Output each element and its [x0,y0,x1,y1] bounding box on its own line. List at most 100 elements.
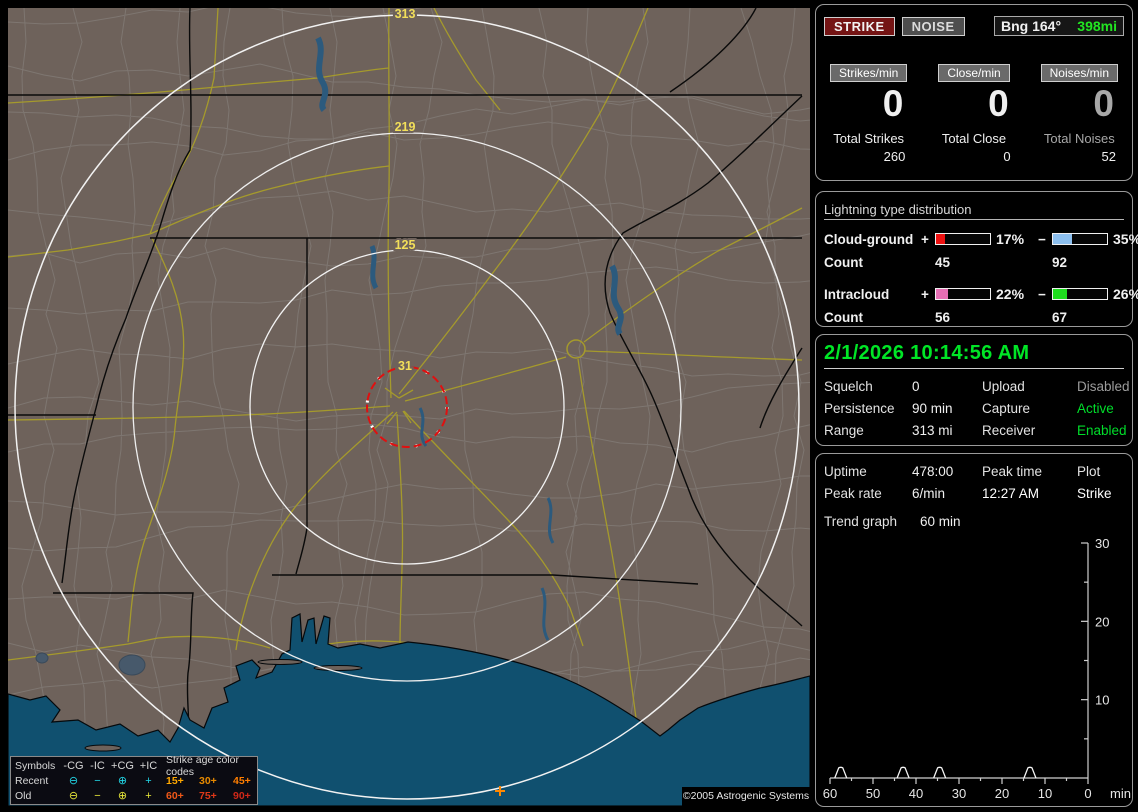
uptime-label: Uptime [824,464,867,479]
ic-positive-percent: 22% [996,286,1025,302]
legend-symbols-header: Symbols [15,759,56,772]
cg-negative-count: 92 [1052,255,1068,270]
age-90: 90+ [233,789,251,802]
bearing-label: Bng 164° [1001,18,1062,34]
persistence-value: 90 min [912,401,953,416]
old-neg-cg-icon: ⊖ [68,790,79,802]
peak-rate-label: Peak rate [824,486,882,501]
old-pos-ic-icon: + [145,789,152,802]
ic-negative-percent: 26% [1113,286,1138,302]
uptime-trend-panel: Uptime 478:00 Peak time Plot Peak rate 6… [815,453,1133,807]
legend-row-recent-label: Recent [15,774,49,787]
cloud-ground-row: Cloud-ground + 17% − 35% [816,231,1138,247]
total-noises-label: Total Noises [1043,131,1115,146]
ic-negative-count: 67 [1052,310,1068,325]
ring-label-313: 313 [395,8,416,21]
svg-text:50: 50 [866,786,880,801]
intracloud-label: Intracloud [824,286,890,302]
receiver-status: Enabled [1077,423,1127,438]
receiver-label: Receiver [982,423,1036,438]
svg-text:30: 30 [952,786,966,801]
noises-per-min-value: 0 [1093,83,1114,124]
total-noises-value: 52 [1101,149,1116,164]
svg-text:30: 30 [1095,536,1109,551]
ring-label-219: 219 [395,120,416,134]
age-60: 60+ [166,789,184,802]
persistence-label: Persistence [824,401,895,416]
copyright-notice: ©2005 Astrogenic Systems [682,787,810,806]
trend-graph-label: Trend graph [824,514,898,529]
old-neg-ic-icon: − [94,789,101,802]
legend-col-ncg: -CG [63,759,84,772]
age-45: 45+ [233,774,251,787]
map-symbol-legend: Symbols -CG -IC +CG +IC Strike age color… [10,754,258,805]
map-canvas[interactable]: 313 219 125 31 [8,8,810,806]
svg-text:10: 10 [1038,786,1052,801]
capture-status: Active [1077,401,1114,416]
strikes-per-min-value: 0 [882,83,904,124]
squelch-value: 0 [912,379,920,394]
cg-positive-percent: 17% [996,231,1025,247]
bearing-readout: Bng 164° 398mi [994,16,1124,36]
recent-neg-ic-icon: − [94,774,101,787]
peak-rate-value: 6/min [912,486,946,501]
cloud-ground-count-row: Count 45 92 [816,255,1132,270]
age-15: 15+ [166,774,184,787]
bearing-distance: 398mi [1077,18,1117,34]
legend-col-pcg: +CG [111,759,134,772]
svg-text:20: 20 [1095,614,1109,629]
total-close-label: Total Close [941,131,1007,146]
close-per-min-value: 0 [988,83,1009,124]
squelch-label: Squelch [824,379,873,394]
cg-positive-count: 45 [935,255,951,270]
cloud-ground-label: Cloud-ground [824,231,914,247]
ic-positive-bar [935,288,991,300]
intracloud-count-row: Count 56 67 [816,310,1132,325]
old-pos-cg-icon: ⊕ [117,790,128,802]
plot-mode-value: Strike [1077,486,1112,501]
intracloud-row: Intracloud + 22% − 26% [816,286,1138,302]
plus-sign: + [921,231,929,247]
svg-text:60: 60 [823,786,837,801]
ring-label-31: 31 [398,359,412,373]
total-close-value: 0 [1003,149,1011,164]
peak-time-value: 12:27 AM [982,486,1040,501]
total-strikes-value: 260 [883,149,906,164]
cg-positive-bar [935,233,991,245]
noise-toggle-button[interactable]: NOISE [901,16,965,36]
app-window: 313 219 125 31 Symbols -CG -IC +CG +IC S… [0,0,1138,812]
legend-col-pic: +IC [139,759,158,772]
capture-label: Capture [982,401,1031,416]
svg-text:min: min [1110,786,1131,801]
range-label: Range [824,423,864,438]
total-strikes-label: Total Strikes [833,131,905,146]
ic-positive-count: 56 [935,310,951,325]
upload-label: Upload [982,379,1025,394]
noises-per-min-button[interactable]: Noises/min [1040,64,1118,82]
svg-text:40: 40 [909,786,923,801]
svg-text:0: 0 [1084,786,1091,801]
recent-neg-cg-icon: ⊖ [68,775,79,787]
recent-pos-cg-icon: ⊕ [117,775,128,787]
minus-sign: − [1038,286,1046,302]
counters-panel: STRIKE NOISE Bng 164° 398mi Strikes/min … [815,4,1133,181]
age-75: 75+ [199,789,217,802]
strike-toggle-button[interactable]: STRIKE [824,16,895,36]
svg-text:10: 10 [1095,693,1109,708]
peak-time-label: Peak time [982,464,1043,479]
close-per-min-button[interactable]: Close/min [938,64,1010,82]
upload-status: Disabled [1077,379,1130,394]
trend-graph-window: 60 min [920,514,961,529]
status-panel: 2/1/2026 10:14:56 AM Squelch 0 Upload Di… [815,334,1133,446]
recent-pos-ic-icon: + [145,774,152,787]
uptime-value: 478:00 [912,464,954,479]
range-value: 313 mi [912,423,953,438]
plot-label: Plot [1077,464,1101,479]
radar-map[interactable]: 313 219 125 31 Symbols -CG -IC +CG +IC S… [8,8,810,806]
legend-col-nic: -IC [90,759,105,772]
count-label: Count [824,310,863,325]
svg-text:20: 20 [995,786,1009,801]
count-label: Count [824,255,863,270]
strikes-per-min-button[interactable]: Strikes/min [829,64,908,82]
age-30: 30+ [199,774,217,787]
